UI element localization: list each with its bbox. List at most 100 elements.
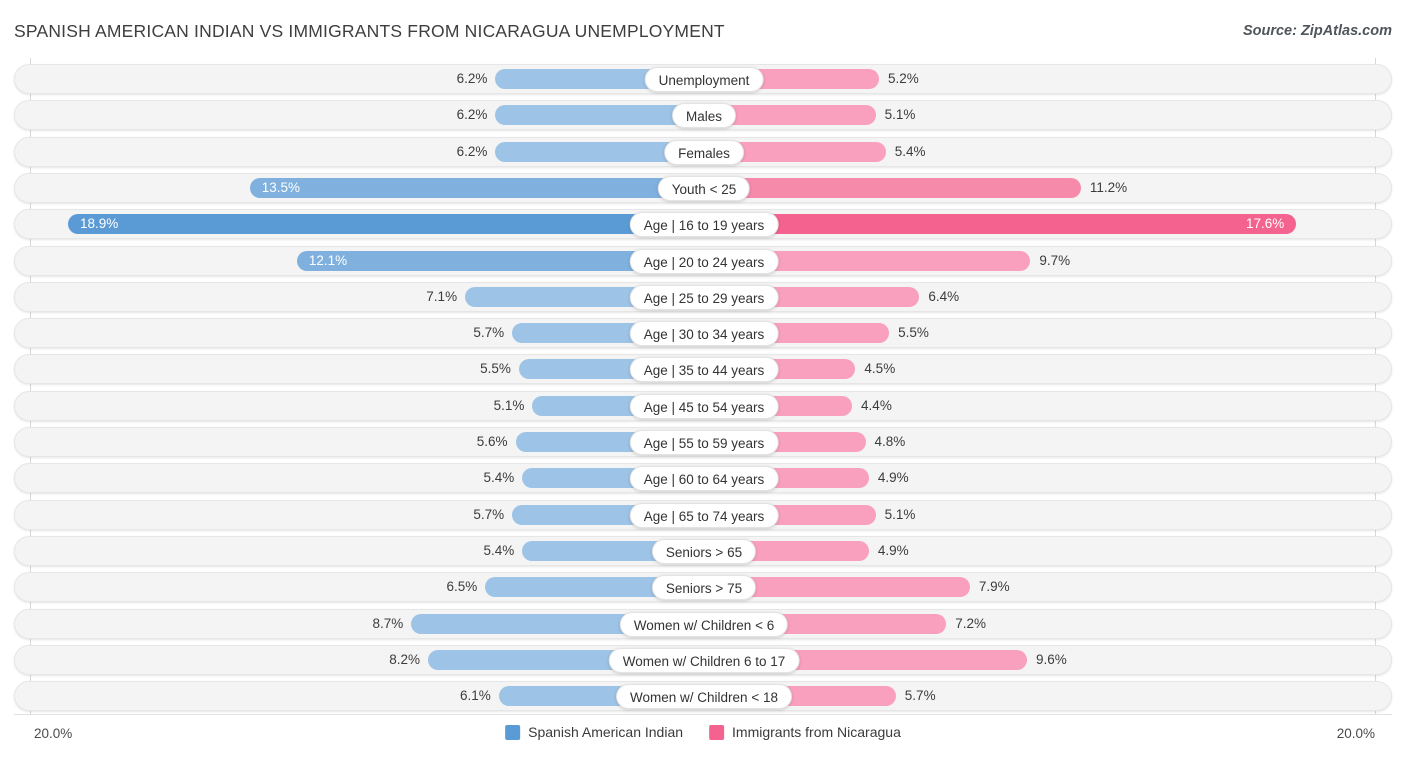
- category-label-pill[interactable]: Age | 25 to 29 years: [629, 284, 779, 310]
- bar-row[interactable]: 5.7% 5.1% Age | 65 to 74 years: [14, 499, 1392, 530]
- bar-left[interactable]: [68, 214, 704, 235]
- bar-value-left: 6.2%: [456, 71, 488, 86]
- category-label-pill[interactable]: Age | 45 to 54 years: [629, 393, 779, 419]
- chart-footer: 20.0% Spanish American Indian Immigrants…: [0, 714, 1406, 757]
- category-label-pill[interactable]: Age | 16 to 19 years: [629, 212, 779, 238]
- legend-label-spanish-american-indian: Spanish American Indian: [528, 724, 684, 740]
- bar-row[interactable]: 5.4% 4.9% Age | 60 to 64 years: [14, 463, 1392, 494]
- chart-header: SPANISH AMERICAN INDIAN VS IMMIGRANTS FR…: [0, 0, 1406, 56]
- bar-value-right: 7.2%: [955, 615, 987, 631]
- bar-row-inner: 7.1% 6.4% Age | 25 to 29 years: [15, 283, 1391, 311]
- legend-item-immigrants-from-nicaragua[interactable]: Immigrants from Nicaragua: [709, 724, 901, 740]
- legend-swatch-blue: [505, 724, 521, 740]
- page-title: SPANISH AMERICAN INDIAN VS IMMIGRANTS FR…: [14, 21, 725, 41]
- category-label-pill[interactable]: Seniors > 65: [651, 538, 757, 564]
- bar-row-inner: 6.2% 5.4% Females: [15, 138, 1391, 166]
- bar-row[interactable]: 6.5% 7.9% Seniors > 75: [14, 572, 1392, 603]
- bar-row-inner: 18.9% 17.6% Age | 16 to 19 years: [15, 210, 1391, 238]
- bar-value-left: 5.4%: [483, 542, 515, 558]
- bar-value-left: 8.2%: [389, 651, 421, 667]
- bar-value-right: 5.5%: [898, 325, 929, 341]
- bar-value-left: 5.4%: [483, 470, 515, 486]
- bar-value-right: 4.4%: [861, 397, 892, 413]
- category-label-pill[interactable]: Unemployment: [644, 67, 764, 92]
- bar-row-inner: 5.1% 4.4% Age | 45 to 54 years: [15, 392, 1391, 420]
- bar-row[interactable]: 8.2% 9.6% Women w/ Children 6 to 17: [14, 644, 1392, 675]
- category-label-pill[interactable]: Age | 30 to 34 years: [629, 321, 779, 347]
- bar-value-right: 4.8%: [874, 434, 906, 449]
- bar-value-left: 6.2%: [456, 107, 488, 123]
- bar-row[interactable]: 8.7% 7.2% Women w/ Children < 6: [14, 608, 1392, 639]
- bar-row-inner: 5.7% 5.1% Age | 65 to 74 years: [15, 501, 1391, 529]
- footer-divider: [14, 714, 1392, 715]
- bar-row-inner: 5.5% 4.5% Age | 35 to 44 years: [15, 355, 1391, 383]
- bar-value-right: 5.1%: [884, 506, 916, 522]
- bar-row-inner: 13.5% 11.2% Youth < 25: [15, 174, 1391, 202]
- bar-row[interactable]: 12.1% 9.7% Age | 20 to 24 years: [14, 245, 1392, 276]
- bar-value-right: 5.7%: [904, 688, 936, 704]
- category-label-pill[interactable]: Women w/ Children < 18: [616, 684, 792, 710]
- bar-row-inner: 6.2% 5.1% Males: [15, 101, 1391, 129]
- bar-right[interactable]: [704, 214, 1297, 235]
- category-label-pill[interactable]: Age | 35 to 44 years: [629, 357, 779, 383]
- bar-value-left: 5.6%: [476, 434, 508, 449]
- category-label-pill[interactable]: Age | 60 to 64 years: [629, 466, 779, 492]
- bar-value-left: 5.1%: [493, 397, 525, 413]
- category-label-pill[interactable]: Seniors > 75: [651, 575, 757, 601]
- category-label-pill[interactable]: Females: [664, 139, 744, 165]
- bar-value-right: 9.7%: [1039, 252, 1071, 268]
- category-label-pill[interactable]: Males: [671, 103, 737, 129]
- bar-row-inner: 5.6% 4.8% Age | 55 to 59 years: [15, 428, 1391, 456]
- bar-value-right: 11.2%: [1089, 179, 1128, 195]
- bar-value-right: 7.9%: [978, 579, 1010, 595]
- category-label-pill[interactable]: Women w/ Children < 6: [619, 611, 789, 637]
- bar-row[interactable]: 6.2% 5.1% Males: [14, 100, 1392, 131]
- axis-label-left: 20.0%: [34, 726, 73, 741]
- category-label-pill[interactable]: Youth < 25: [657, 175, 751, 201]
- bar-row[interactable]: 5.4% 4.9% Seniors > 65: [14, 535, 1392, 566]
- bar-value-left: 6.1%: [459, 688, 491, 704]
- bar-row-inner: 6.2% 5.2% Unemployment: [15, 65, 1391, 93]
- bar-value-right: 5.2%: [887, 71, 919, 86]
- bar-row-inner: 8.7% 7.2% Women w/ Children < 6: [15, 610, 1391, 638]
- bar-row[interactable]: 13.5% 11.2% Youth < 25: [14, 172, 1392, 203]
- bar-value-left: 6.2%: [456, 143, 488, 159]
- legend-item-spanish-american-indian[interactable]: Spanish American Indian: [505, 724, 683, 740]
- bar-row[interactable]: 6.2% 5.4% Females: [14, 136, 1392, 167]
- bar-value-left: 18.9%: [80, 216, 119, 232]
- bar-row-inner: 6.1% 5.7% Women w/ Children < 18: [15, 682, 1391, 710]
- bar-value-right: 5.4%: [894, 143, 926, 159]
- bar-row-inner: 6.5% 7.9% Seniors > 75: [15, 573, 1391, 601]
- bar-row[interactable]: 5.5% 4.5% Age | 35 to 44 years: [14, 354, 1392, 385]
- category-label-pill[interactable]: Age | 55 to 59 years: [629, 430, 779, 455]
- bar-value-left: 8.7%: [372, 615, 404, 631]
- bar-value-left: 5.7%: [473, 506, 505, 522]
- legend-label-immigrants-from-nicaragua: Immigrants from Nicaragua: [732, 724, 901, 740]
- bar-row-inner: 5.4% 4.9% Age | 60 to 64 years: [15, 464, 1391, 492]
- bar-row[interactable]: 7.1% 6.4% Age | 25 to 29 years: [14, 281, 1392, 312]
- legend-swatch-pink: [709, 724, 725, 740]
- bar-value-left: 5.7%: [473, 325, 505, 341]
- bar-value-right: 9.6%: [1036, 651, 1067, 667]
- bar-value-left: 12.1%: [308, 252, 348, 268]
- bar-row-inner: 12.1% 9.7% Age | 20 to 24 years: [15, 247, 1391, 275]
- bar-row[interactable]: 18.9% 17.6% Age | 16 to 19 years: [14, 209, 1392, 240]
- source-attribution: Source: ZipAtlas.com: [1242, 23, 1392, 39]
- bar-row[interactable]: 6.2% 5.2% Unemployment: [14, 64, 1392, 94]
- bar-left[interactable]: [249, 177, 704, 198]
- category-label-pill[interactable]: Women w/ Children 6 to 17: [608, 647, 800, 673]
- bar-row-inner: 5.7% 5.5% Age | 30 to 34 years: [15, 319, 1391, 347]
- bar-row[interactable]: 5.6% 4.8% Age | 55 to 59 years: [14, 427, 1392, 457]
- bar-row[interactable]: 6.1% 5.7% Women w/ Children < 18: [14, 681, 1392, 712]
- bar-value-right: 4.9%: [877, 470, 909, 486]
- bar-value-right: 17.6%: [1245, 216, 1285, 232]
- bar-row[interactable]: 5.7% 5.5% Age | 30 to 34 years: [14, 318, 1392, 349]
- category-label-pill[interactable]: Age | 65 to 74 years: [629, 502, 779, 528]
- bar-right[interactable]: [704, 177, 1081, 198]
- category-label-pill[interactable]: Age | 20 to 24 years: [629, 248, 779, 274]
- chart-plot-area: 6.2% 5.2% Unemployment 6.2% 5.1% Males 6.2% 5.4…: [0, 58, 1406, 714]
- bar-value-left: 13.5%: [261, 179, 300, 195]
- chart-legend: Spanish American Indian Immigrants from …: [505, 724, 901, 740]
- bar-row[interactable]: 5.1% 4.4% Age | 45 to 54 years: [14, 390, 1392, 421]
- bar-row-inner: 8.2% 9.6% Women w/ Children 6 to 17: [15, 646, 1391, 674]
